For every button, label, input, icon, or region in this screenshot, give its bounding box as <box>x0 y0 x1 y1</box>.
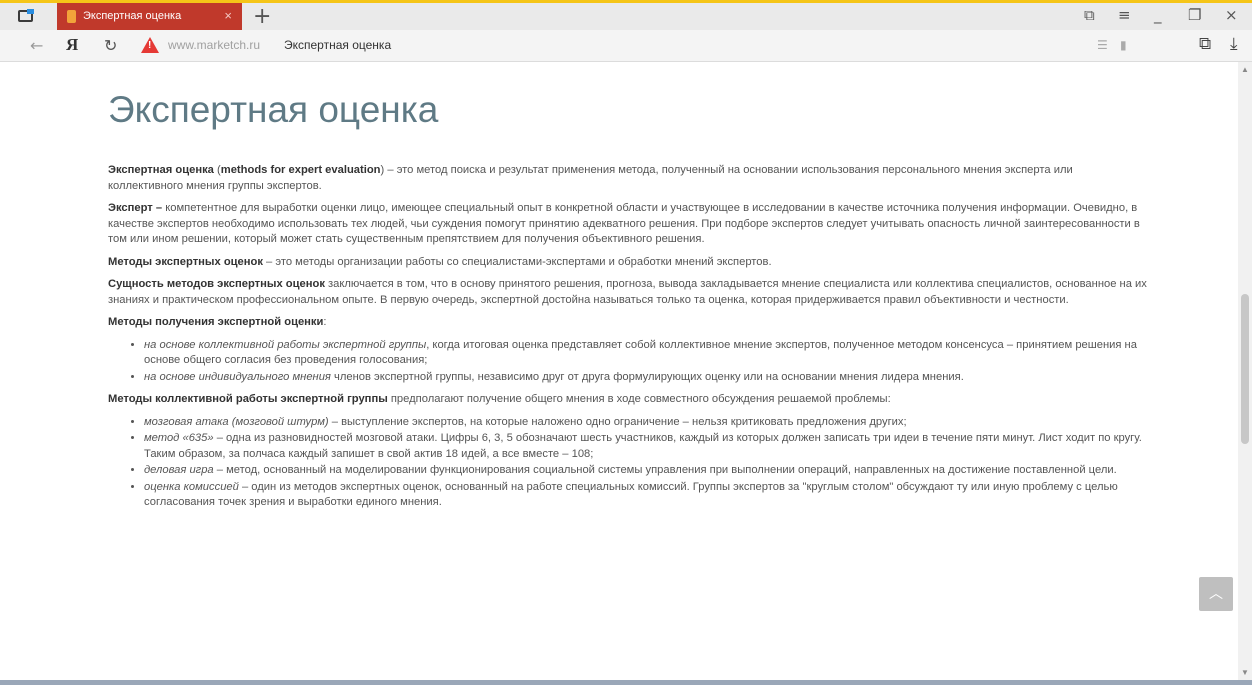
list-item: оценка комиссией – один из методов экспе… <box>144 480 1148 511</box>
emphasis: деловая игра <box>144 464 214 476</box>
list-item: на основе индивидуального мнения членов … <box>144 370 1148 386</box>
taskbar-edge <box>0 680 1252 685</box>
text: – один из методов экспертных оценок, осн… <box>144 480 1118 509</box>
text: : <box>323 316 327 328</box>
tab-title: Экспертная оценка <box>83 10 182 22</box>
tabs-icon[interactable] <box>18 9 34 23</box>
url-domain[interactable]: www.marketch.ru <box>168 38 260 52</box>
yandex-logo-icon[interactable]: Я <box>66 35 78 55</box>
term: Сущность методов экспертных оценок <box>108 278 325 290</box>
emphasis: мозговая атака (мозговой штурм) <box>144 415 329 428</box>
reader-icon[interactable]: ☰ <box>1097 38 1108 52</box>
minimize-icon[interactable]: _ <box>1154 6 1162 24</box>
emphasis: оценка комиссией <box>144 480 239 493</box>
collective-methods-list: мозговая атака (мозговой штурм) – выступ… <box>108 415 1148 511</box>
emphasis: метод «635» <box>144 432 214 444</box>
text: предполагают получение общего мнения в х… <box>387 393 891 405</box>
new-tab-button[interactable]: + <box>253 4 271 29</box>
text: компетентное для выработки оценки лицо, … <box>108 202 1140 245</box>
text: членов экспертной группы, независимо дру… <box>330 370 964 383</box>
term-english: methods for expert evaluation <box>220 164 381 176</box>
obtaining-methods-list: на основе коллективной работы экспертной… <box>108 338 1148 386</box>
text: ( <box>213 164 221 176</box>
term: Методы экспертных оценок <box>108 255 263 268</box>
list-item: метод «635» – одна из разновидностей моз… <box>144 431 1148 462</box>
page-title: Экспертная оценка <box>108 89 439 130</box>
list-item: на основе коллективной работы экспертной… <box>144 338 1148 369</box>
tab-bar: Экспертная оценка × + ⧉ ≡ _ ❐ × <box>0 3 1252 30</box>
paragraph-essence: Сущность методов экспертных оценок заклю… <box>108 277 1148 308</box>
warning-icon[interactable]: ! <box>141 37 159 53</box>
scroll-down-icon[interactable]: ▼ <box>1241 668 1249 677</box>
close-icon[interactable]: × <box>1225 6 1238 24</box>
emphasis: на основе коллективной работы экспертной… <box>144 338 427 351</box>
translate-icon[interactable]: ⧉ <box>1199 34 1211 54</box>
vertical-scrollbar[interactable]: ▲ ▼ <box>1238 62 1252 680</box>
term: Экспертная оценка <box>108 164 214 176</box>
back-icon[interactable]: ← <box>30 36 43 55</box>
restore-icon[interactable]: ❐ <box>1188 6 1201 24</box>
text: – одна из разновидностей мозговой атаки.… <box>144 432 1142 460</box>
address-bar: ← Я ↻ ! www.marketch.ru Экспертная оценк… <box>0 30 1252 62</box>
list-item: мозговая атака (мозговой штурм) – выступ… <box>144 415 1148 431</box>
text: – это методы организации работы со специ… <box>262 255 772 268</box>
list-item: деловая игра – метод, основанный на моде… <box>144 463 1148 479</box>
favicon-icon <box>67 10 76 23</box>
scroll-top-button[interactable]: ︿ <box>1199 577 1233 611</box>
paragraph-obtaining: Методы получения экспертной оценки: <box>108 315 1148 331</box>
active-tab[interactable]: Экспертная оценка × <box>57 3 242 30</box>
paragraph-expert: Эксперт – компетентное для выработки оце… <box>108 201 1148 248</box>
scroll-top-icon: ︿ <box>1209 585 1223 601</box>
text: – метод, основанный на моделировании фун… <box>213 464 1117 476</box>
term: Эксперт – <box>108 202 163 214</box>
paragraph-methods: Методы экспертных оценок – это методы ор… <box>108 255 1148 271</box>
tablet-icon[interactable]: ⧉ <box>1084 6 1095 24</box>
url-page-title[interactable]: Экспертная оценка <box>284 38 391 52</box>
text: – выступление экспертов, на которые нало… <box>328 415 907 428</box>
menu-icon[interactable]: ≡ <box>1118 6 1131 24</box>
scroll-up-icon[interactable]: ▲ <box>1241 65 1249 74</box>
term: Методы получения экспертной оценки <box>108 316 324 328</box>
term: Методы коллективной работы экспертной гр… <box>108 393 388 405</box>
paragraph-collective: Методы коллективной работы экспертной гр… <box>108 392 1148 408</box>
tab-close-icon[interactable]: × <box>224 8 232 23</box>
bookmark-icon[interactable]: ▮ <box>1120 38 1127 52</box>
emphasis: на основе индивидуального мнения <box>144 370 331 383</box>
scroll-thumb[interactable] <box>1241 294 1249 444</box>
paragraph-definition: Экспертная оценка (methods for expert ev… <box>108 163 1148 194</box>
refresh-icon[interactable]: ↻ <box>104 36 117 55</box>
download-icon[interactable]: ⤓ <box>1230 34 1238 54</box>
article-body: Экспертная оценка (methods for expert ev… <box>108 163 1148 518</box>
